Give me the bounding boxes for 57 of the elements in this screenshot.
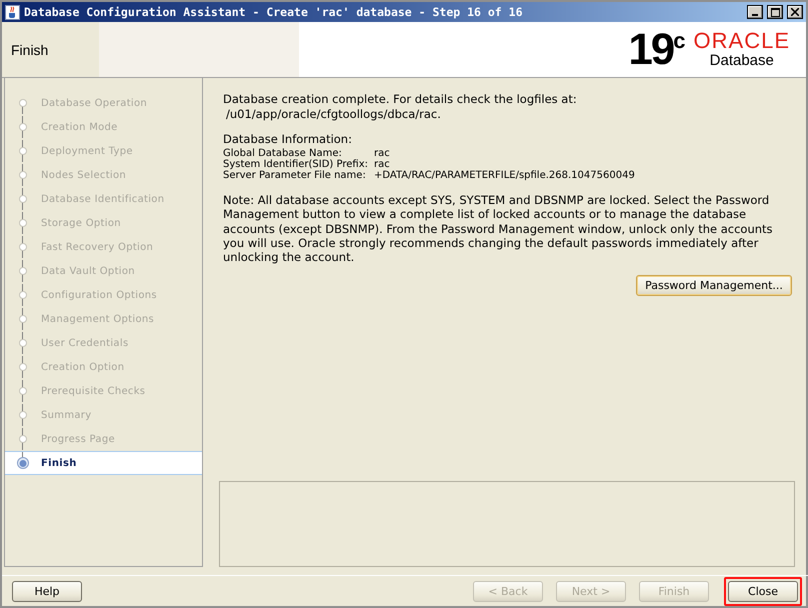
product-name: Database [710,52,774,70]
step-item[interactable]: Creation Mode [5,115,202,139]
maximize-icon [770,8,780,16]
step-item[interactable]: Storage Option [5,211,202,235]
step-dot-icon [17,385,29,397]
password-management-button[interactable]: Password Management... [636,274,792,296]
info-label: Server Parameter File name: [223,170,367,181]
step-item[interactable]: Deployment Type [5,139,202,163]
close-icon [791,8,799,16]
step-item[interactable]: Data Vault Option [5,259,202,283]
step-dot-icon [17,97,29,109]
close-button[interactable] [787,5,803,19]
step-item[interactable]: Finish [5,451,202,475]
info-value: rac [374,158,391,170]
page-title: Finish [11,42,48,58]
step-item[interactable]: Database Identification [5,187,202,211]
step-item[interactable]: Progress Page [5,427,202,451]
brand-logo: ORACLE [694,30,790,52]
step-item[interactable]: User Credentials [5,331,202,355]
step-dot-icon [17,145,29,157]
step-dot-icon [17,265,29,277]
step-dot-icon [17,361,29,373]
step-item[interactable]: Nodes Selection [5,163,202,187]
step-dot-icon [17,289,29,301]
window-title: Database Configuration Assistant - Create 'rac' database - Step 16 of 16 [24,5,524,19]
log-path: /u01/app/oracle/cfgtoollogs/dbca/rac. [226,106,442,122]
step-dot-icon [17,169,29,181]
java-cup-icon [5,4,20,20]
version-number: 19 [628,28,674,72]
step-item[interactable]: Summary [5,403,202,427]
step-item[interactable]: Prerequisite Checks [5,379,202,403]
info-label: Global Database Name: [223,148,343,159]
info-heading: Database Information: [223,132,353,147]
minimize-button[interactable] [747,5,763,19]
current-step-icon [17,457,29,469]
step-item[interactable]: Fast Recovery Option [5,235,202,259]
wizard-button[interactable]: Close [728,580,798,602]
completion-message: Database creation complete. For details check the logfiles at: [223,92,578,107]
info-label: System Identifier(SID) Prefix: [223,158,368,170]
step-dot-icon [17,337,29,349]
password-note: Note: All database accounts except SYS, SYSTEM and DBSNMP are locked. Select the Password Management button to view a complete list of locked accounts or to manage the database accounts (except DBSNMP). From the Password Management window, unlock only the accounts you will use. Oracle strongly recommends changing the default passwords immediately after unlocking the account. [223,192,774,265]
step-dot-icon [17,121,29,133]
version-suffix: c [673,28,686,53]
info-value: rac [374,148,391,159]
step-dot-icon [17,193,29,205]
step-dot-icon [17,217,29,229]
step-dot-icon [17,313,29,325]
help-button[interactable]: Help [12,580,82,602]
step-item[interactable]: Management Options [5,307,202,331]
info-value: +DATA/RAC/PARAMETERFILE/spfile.268.1047560049 [374,170,636,181]
step-item[interactable]: Configuration Options [5,283,202,307]
step-dot-icon [17,433,29,445]
step-dot-icon [17,241,29,253]
step-item[interactable]: Creation Option [5,355,202,379]
maximize-button[interactable] [767,5,783,19]
step-item[interactable]: Database Operation [5,91,202,115]
step-dot-icon [17,409,29,421]
